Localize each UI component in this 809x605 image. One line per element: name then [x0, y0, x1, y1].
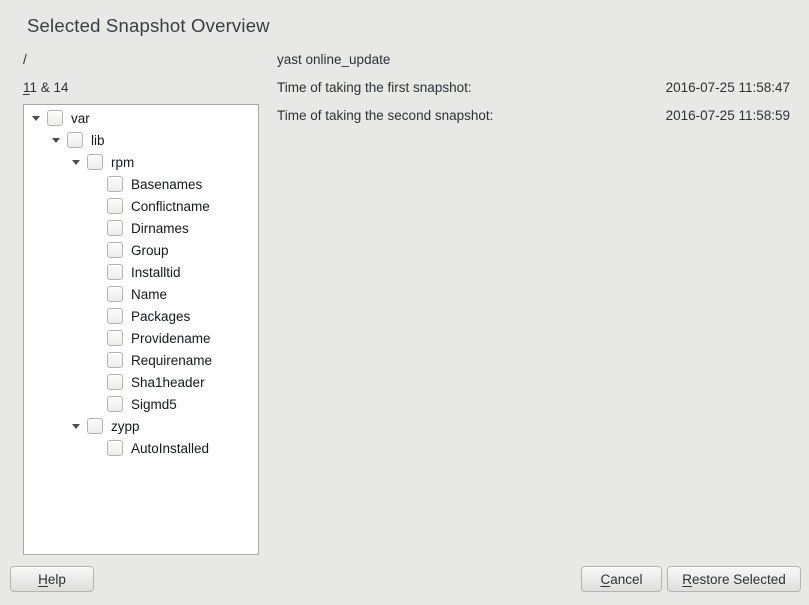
tree-item-label: Dirnames — [131, 221, 189, 236]
expander-spacer — [90, 222, 102, 234]
first-snapshot-time: 2016-07-25 11:58:47 — [666, 80, 790, 97]
checkbox-autoinstalled[interactable] — [107, 440, 123, 456]
snapshot-overview-dialog: Selected Snapshot Overview / 11 & 14 var… — [0, 0, 809, 605]
expander-icon[interactable] — [30, 112, 42, 124]
tree-item-packages[interactable]: Packages — [24, 305, 258, 327]
checkbox-requirename[interactable] — [107, 352, 123, 368]
page-title: Selected Snapshot Overview — [27, 15, 270, 37]
expander-spacer — [90, 310, 102, 322]
help-button-mnemonic: H — [38, 572, 48, 587]
snapshot-pair-rest: 1 & 14 — [30, 80, 69, 95]
checkbox-zypp[interactable] — [87, 418, 103, 434]
expander-spacer — [90, 442, 102, 454]
restore-selected-button[interactable]: Restore Selected — [667, 566, 801, 592]
checkbox-conflictname[interactable] — [107, 198, 123, 214]
tree-item-zypp[interactable]: zypp — [24, 415, 258, 437]
tree-item-providename[interactable]: Providename — [24, 327, 258, 349]
expander-icon[interactable] — [70, 420, 82, 432]
tree-item-group[interactable]: Group — [24, 239, 258, 261]
tree-item-label: rpm — [111, 155, 134, 170]
checkbox-var[interactable] — [47, 110, 63, 126]
tree-item-label: var — [71, 111, 90, 126]
second-snapshot-label: Time of taking the second snapshot: — [277, 108, 493, 125]
checkbox-providename[interactable] — [107, 330, 123, 346]
checkbox-installtid[interactable] — [107, 264, 123, 280]
snapshot-pair-label: 11 & 14 — [23, 80, 69, 97]
tree-item-label: Sigmd5 — [131, 397, 177, 412]
expander-spacer — [90, 354, 102, 366]
tree-item-label: Packages — [131, 309, 190, 324]
checkbox-rpm[interactable] — [87, 154, 103, 170]
checkbox-packages[interactable] — [107, 308, 123, 324]
expander-spacer — [90, 200, 102, 212]
tree-item-autoinstalled[interactable]: AutoInstalled — [24, 437, 258, 459]
tree-item-label: Installtid — [131, 265, 181, 280]
tree-item-sigmd5[interactable]: Sigmd5 — [24, 393, 258, 415]
expander-spacer — [90, 266, 102, 278]
tree-item-sha1header[interactable]: Sha1header — [24, 371, 258, 393]
help-button-label: elp — [48, 572, 66, 587]
tree-item-label: zypp — [111, 419, 140, 434]
cancel-button-label: ancel — [610, 572, 642, 587]
tree-item-label: Basenames — [131, 177, 202, 192]
snapshot-description: yast online_update — [277, 52, 390, 69]
checkbox-lib[interactable] — [67, 132, 83, 148]
tree-item-label: Providename — [131, 331, 211, 346]
tree-item-lib[interactable]: lib — [24, 129, 258, 151]
tree-item-conflictname[interactable]: Conflictname — [24, 195, 258, 217]
tree-item-var[interactable]: var — [24, 107, 258, 129]
checkbox-group[interactable] — [107, 242, 123, 258]
second-snapshot-time: 2016-07-25 11:58:59 — [666, 108, 790, 125]
restore-button-mnemonic: R — [682, 572, 692, 587]
expander-spacer — [90, 178, 102, 190]
tree-item-label: Conflictname — [131, 199, 210, 214]
tree-item-dirnames[interactable]: Dirnames — [24, 217, 258, 239]
expander-spacer — [90, 288, 102, 300]
tree-item-installtid[interactable]: Installtid — [24, 261, 258, 283]
tree-item-rpm[interactable]: rpm — [24, 151, 258, 173]
tree-item-label: Sha1header — [131, 375, 205, 390]
first-snapshot-row: Time of taking the first snapshot: 2016-… — [277, 80, 790, 97]
tree-item-label: Requirename — [131, 353, 212, 368]
expander-spacer — [90, 244, 102, 256]
first-snapshot-label: Time of taking the first snapshot: — [277, 80, 472, 97]
tree-item-label: AutoInstalled — [131, 441, 209, 456]
expander-spacer — [90, 376, 102, 388]
expander-spacer — [90, 332, 102, 344]
tree-item-label: Group — [131, 243, 169, 258]
help-button[interactable]: Help — [10, 566, 94, 592]
checkbox-sha1header[interactable] — [107, 374, 123, 390]
cancel-button-mnemonic: C — [600, 572, 610, 587]
expander-icon[interactable] — [70, 156, 82, 168]
file-tree[interactable]: var lib rpm Basenames Conflictname Dirna… — [23, 104, 259, 555]
expander-icon[interactable] — [50, 134, 62, 146]
restore-button-label: estore Selected — [692, 572, 786, 587]
expander-spacer — [90, 398, 102, 410]
tree-item-requirename[interactable]: Requirename — [24, 349, 258, 371]
tree-item-label: Name — [131, 287, 167, 302]
cancel-button[interactable]: Cancel — [581, 566, 662, 592]
checkbox-basenames[interactable] — [107, 176, 123, 192]
tree-item-basenames[interactable]: Basenames — [24, 173, 258, 195]
tree-item-name[interactable]: Name — [24, 283, 258, 305]
checkbox-sigmd5[interactable] — [107, 396, 123, 412]
snapshot-path-label: / — [23, 52, 27, 69]
tree-item-label: lib — [91, 133, 105, 148]
checkbox-name[interactable] — [107, 286, 123, 302]
checkbox-dirnames[interactable] — [107, 220, 123, 236]
second-snapshot-row: Time of taking the second snapshot: 2016… — [277, 108, 790, 125]
